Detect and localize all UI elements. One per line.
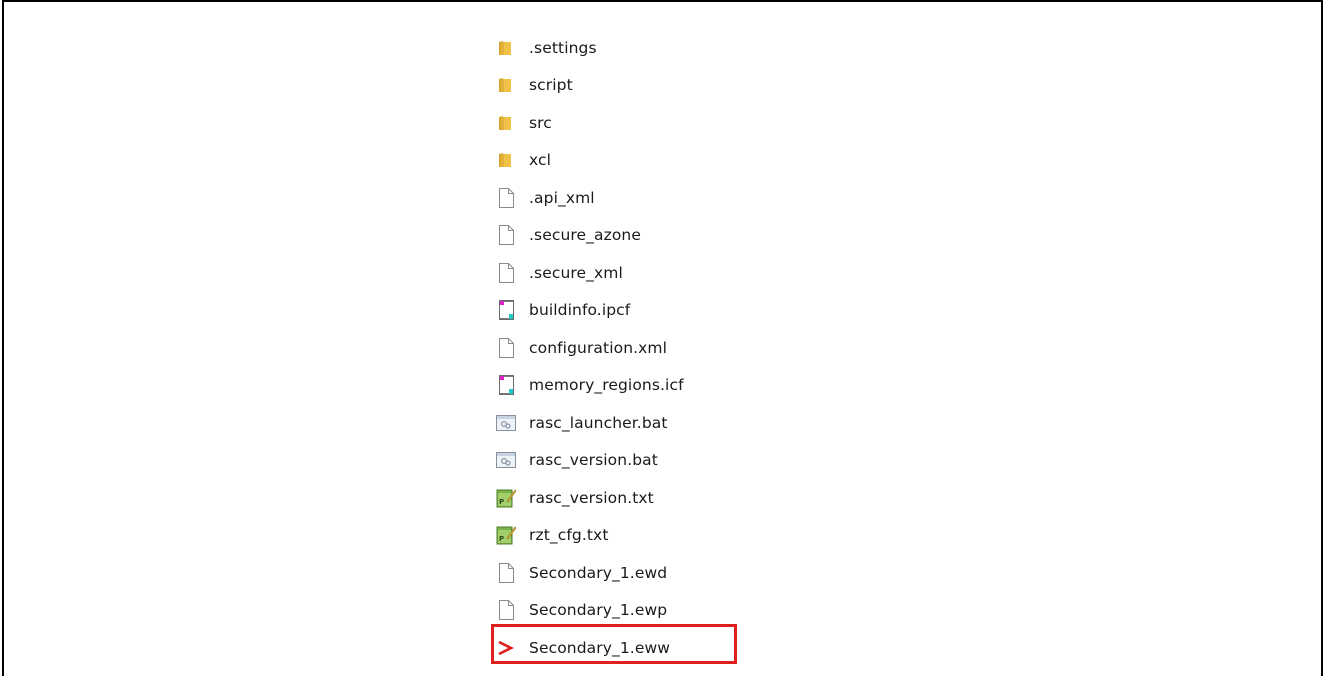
folder-icon: [495, 37, 517, 59]
file-name: .settings: [529, 38, 597, 57]
folder-icon: [495, 74, 517, 96]
file-item[interactable]: Secondary_1.ewp: [491, 592, 751, 630]
file-item[interactable]: configuration.xml: [491, 329, 751, 367]
file-name: rzt_cfg.txt: [529, 526, 609, 545]
text-editor-file-icon: P: [495, 524, 517, 546]
file-name: script: [529, 76, 573, 95]
file-name: configuration.xml: [529, 338, 668, 357]
linker-config-file-icon: [495, 299, 517, 321]
folder-icon: [495, 112, 517, 134]
file-name: rasc_version.txt: [529, 488, 654, 507]
file-name: src: [529, 113, 552, 132]
linker-config-file-icon: [495, 374, 517, 396]
blank-file-icon: [495, 187, 517, 209]
file-list: .settings script src xcl .api_xml .secur…: [491, 29, 751, 667]
file-item[interactable]: script: [491, 67, 751, 105]
file-item[interactable]: P rasc_version.txt: [491, 479, 751, 517]
file-item[interactable]: .secure_xml: [491, 254, 751, 292]
folder-icon: [495, 149, 517, 171]
file-item[interactable]: rasc_launcher.bat: [491, 404, 751, 442]
blank-file-icon: [495, 262, 517, 284]
file-name: xcl: [529, 151, 552, 170]
file-item[interactable]: rasc_version.bat: [491, 442, 751, 480]
file-name: Secondary_1.ewp: [529, 601, 668, 620]
file-name: Secondary_1.eww: [529, 638, 671, 657]
file-item[interactable]: memory_regions.icf: [491, 367, 751, 405]
blank-file-icon: [495, 337, 517, 359]
file-name: memory_regions.icf: [529, 376, 684, 395]
iar-workspace-icon: [495, 637, 517, 659]
file-item[interactable]: buildinfo.ipcf: [491, 292, 751, 330]
batch-file-icon: [495, 412, 517, 434]
file-item[interactable]: P rzt_cfg.txt: [491, 517, 751, 555]
file-name: .secure_xml: [529, 263, 623, 282]
svg-text:P: P: [499, 498, 504, 506]
blank-file-icon: [495, 224, 517, 246]
blank-file-icon: [495, 599, 517, 621]
file-name: buildinfo.ipcf: [529, 301, 631, 320]
file-item[interactable]: .secure_azone: [491, 217, 751, 255]
svg-text:P: P: [499, 535, 504, 543]
file-item[interactable]: .settings: [491, 29, 751, 67]
text-editor-file-icon: P: [495, 487, 517, 509]
file-item[interactable]: .api_xml: [491, 179, 751, 217]
file-name: rasc_version.bat: [529, 451, 658, 470]
file-name: .secure_azone: [529, 226, 641, 245]
file-item[interactable]: src: [491, 104, 751, 142]
file-item[interactable]: Secondary_1.eww: [491, 629, 751, 667]
file-item[interactable]: xcl: [491, 142, 751, 180]
file-item[interactable]: Secondary_1.ewd: [491, 554, 751, 592]
file-name: rasc_launcher.bat: [529, 413, 668, 432]
batch-file-icon: [495, 449, 517, 471]
file-name: Secondary_1.ewd: [529, 563, 668, 582]
blank-file-icon: [495, 562, 517, 584]
file-name: .api_xml: [529, 188, 595, 207]
